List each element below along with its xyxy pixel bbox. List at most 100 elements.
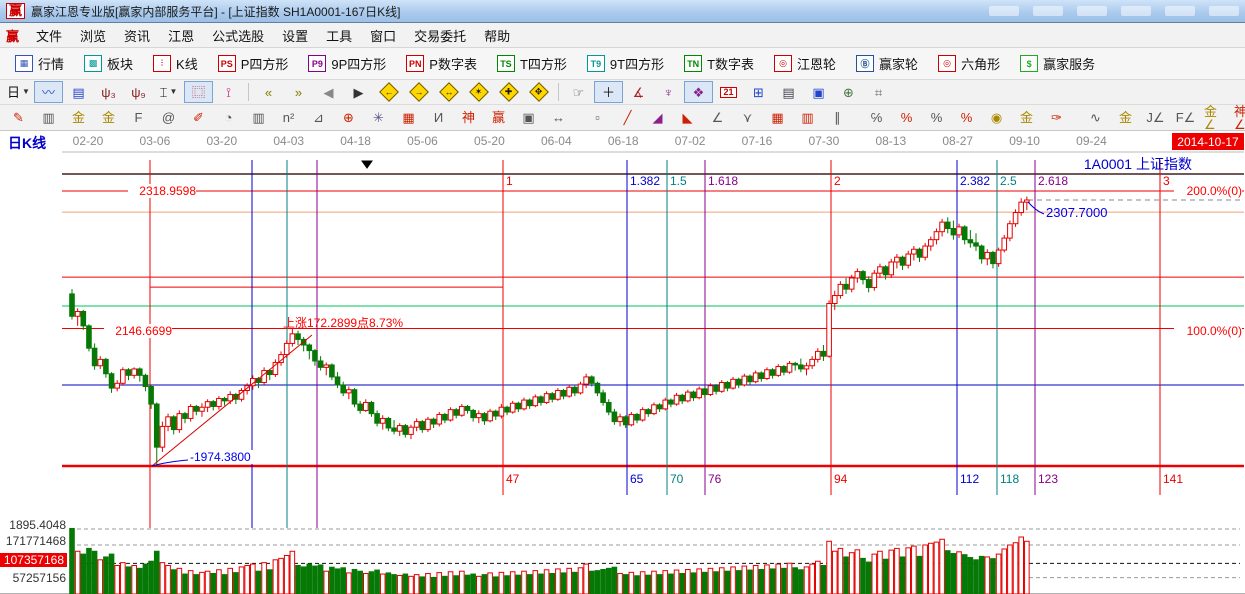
titlebar-ghost-item[interactable]	[1033, 6, 1063, 16]
fan-lines-tool[interactable]: ╱	[613, 107, 642, 129]
p-square-button[interactable]: PSP四方形	[209, 50, 298, 77]
fan-box-tool[interactable]: ◢	[643, 107, 672, 129]
wave-lines-tool[interactable]: ⋎	[733, 107, 762, 129]
t-table-button[interactable]: TNT数字表	[675, 50, 763, 77]
p-table-button[interactable]: PNP数字表	[397, 50, 486, 77]
brush-tool[interactable]: ✎	[4, 107, 33, 129]
percent-level-tool[interactable]: %	[952, 107, 981, 129]
gold-circle-tool[interactable]: ◉	[982, 107, 1011, 129]
wave-9-tool[interactable]: ψ₉	[124, 81, 153, 103]
shen-grid-tool[interactable]: 神	[454, 107, 483, 129]
calendar-tool[interactable]: 21	[714, 81, 743, 103]
gann-shape-tool[interactable]: ♆	[654, 81, 683, 103]
gann-gold-grid2-tool[interactable]: 金	[94, 107, 123, 129]
info-panel-tool[interactable]: ▤	[64, 81, 93, 103]
save-tool[interactable]: ▣	[804, 81, 833, 103]
cycle-ruler-tool[interactable]: ◔	[214, 107, 243, 129]
f-grid-tool[interactable]: F	[124, 107, 153, 129]
zigzag-chart-tool[interactable]: 〰	[34, 81, 63, 103]
winner-wheel-button[interactable]: Ⓑ赢家轮	[847, 50, 927, 77]
price-grid2-tool[interactable]: ▥	[793, 107, 822, 129]
hexagon-button[interactable]: ◎六角形	[929, 50, 1009, 77]
box-grid-tool[interactable]: ▦	[394, 107, 423, 129]
pan-right-button[interactable]: →	[404, 81, 433, 103]
compress-button[interactable]: ✶	[464, 81, 493, 103]
spiral-tool[interactable]: @	[154, 107, 183, 129]
menu-item-浏览[interactable]: 浏览	[71, 27, 115, 46]
menu-item-交易委托[interactable]: 交易委托	[405, 27, 475, 46]
box-select-tool[interactable]: ▫	[583, 107, 612, 129]
wave-3-tool[interactable]: ψ₃	[94, 81, 123, 103]
pan-left-button[interactable]: ←	[374, 81, 403, 103]
zoom-horizontal-button[interactable]: ↔	[434, 81, 463, 103]
candle-style-tool[interactable]: ⌶▼	[154, 81, 183, 103]
compass-tool[interactable]: ∡	[624, 81, 653, 103]
gann-brain-tool[interactable]: ❖	[684, 81, 713, 103]
titlebar-ghost-item[interactable]	[989, 6, 1019, 16]
menu-item-窗口[interactable]: 窗口	[361, 27, 405, 46]
menu-item-江恩[interactable]: 江恩	[159, 27, 203, 46]
j-angle-tool[interactable]: J∠	[1141, 107, 1170, 129]
percent-tool[interactable]: %	[922, 107, 951, 129]
titlebar-ghost-item[interactable]	[1209, 6, 1239, 16]
f-angle-tool[interactable]: F∠	[1171, 107, 1200, 129]
ruler-tool[interactable]: ▥	[34, 107, 63, 129]
next-button[interactable]: ▶	[344, 81, 373, 103]
angle-lines-tool[interactable]: ∠	[703, 107, 732, 129]
expand-button[interactable]: ✚	[494, 81, 523, 103]
price-grid-tool[interactable]: ▦	[763, 107, 792, 129]
measure-tool[interactable]: ↔	[544, 107, 573, 129]
menu-item-帮助[interactable]: 帮助	[475, 27, 519, 46]
shen-angle-tool[interactable]: 神∠	[1231, 107, 1245, 129]
dropper-tool[interactable]: ✑	[1042, 107, 1071, 129]
ying-grid-tool[interactable]: 赢	[484, 107, 513, 129]
menu-item-工具[interactable]: 工具	[317, 27, 361, 46]
prev-button[interactable]: ◀	[314, 81, 343, 103]
workstation-tool[interactable]: ⌗	[864, 81, 893, 103]
fan-box2-tool[interactable]: ◣	[673, 107, 702, 129]
star-grid-tool[interactable]: ✳	[364, 107, 393, 129]
pattern-tool[interactable]: ⿴	[184, 81, 213, 103]
gold-box-tool[interactable]: 金	[1111, 107, 1140, 129]
last-page-button[interactable]: »	[284, 81, 313, 103]
volume-profile-tool[interactable]: ⟟	[214, 81, 243, 103]
t-square-button[interactable]: TST四方形	[488, 50, 576, 77]
angle-measure-tool[interactable]: ⊿	[304, 107, 333, 129]
gann-gold-grid-tool[interactable]: 金	[64, 107, 93, 129]
ruler-123-tool[interactable]: ▣	[514, 107, 543, 129]
titlebar-ghost-item[interactable]	[1077, 6, 1107, 16]
menu-item-设置[interactable]: 设置	[273, 27, 317, 46]
sectors-button[interactable]: ▩板块	[75, 50, 142, 77]
move-button[interactable]: ✥	[524, 81, 553, 103]
kline-chart-svg[interactable]: 02-2003-0603-2004-0304-1805-0605-2006-04…	[0, 131, 1245, 594]
gold-level-tool[interactable]: 金	[1012, 107, 1041, 129]
k-marker-tool[interactable]: И	[424, 107, 453, 129]
crosshair-tool[interactable]: ＋	[594, 81, 623, 103]
t9-square-button[interactable]: T99T四方形	[578, 50, 673, 77]
percent-line-tool[interactable]: %	[892, 107, 921, 129]
gann-wheel-button[interactable]: ◎江恩轮	[765, 50, 845, 77]
target-circle-tool[interactable]: ⊕	[334, 107, 363, 129]
menu-item-文件[interactable]: 文件	[27, 27, 71, 46]
parallel-lines-tool[interactable]: ∥	[823, 107, 852, 129]
network-tool[interactable]: ⊕	[834, 81, 863, 103]
notes-tool[interactable]: ▤	[774, 81, 803, 103]
titlebar-ghost-item[interactable]	[1121, 6, 1151, 16]
ruler2-tool[interactable]: ▥	[244, 107, 273, 129]
menu-item-资讯[interactable]: 资讯	[115, 27, 159, 46]
titlebar-ghost-item[interactable]	[1165, 6, 1195, 16]
menu-item-公式选股[interactable]: 公式选股	[203, 27, 273, 46]
first-page-button[interactable]: «	[254, 81, 283, 103]
calculator-tool[interactable]: ⊞	[744, 81, 773, 103]
percent-table-tool[interactable]: ℅	[862, 107, 891, 129]
quotes-button[interactable]: ▦行情	[6, 50, 73, 77]
winner-service-button[interactable]: $赢家服务	[1011, 50, 1104, 77]
p9-square-button[interactable]: P99P四方形	[299, 50, 395, 77]
period-day-selector[interactable]: 日▼	[4, 81, 33, 103]
wave-angle-tool[interactable]: ∿	[1081, 107, 1110, 129]
gold-angle-tool[interactable]: 金∠	[1201, 107, 1230, 129]
n2-ruler-tool[interactable]: n²	[274, 107, 303, 129]
hand-tool[interactable]: ☞	[564, 81, 593, 103]
brush2-tool[interactable]: ✐	[184, 107, 213, 129]
kline-button[interactable]: ⫶K线	[144, 50, 207, 77]
